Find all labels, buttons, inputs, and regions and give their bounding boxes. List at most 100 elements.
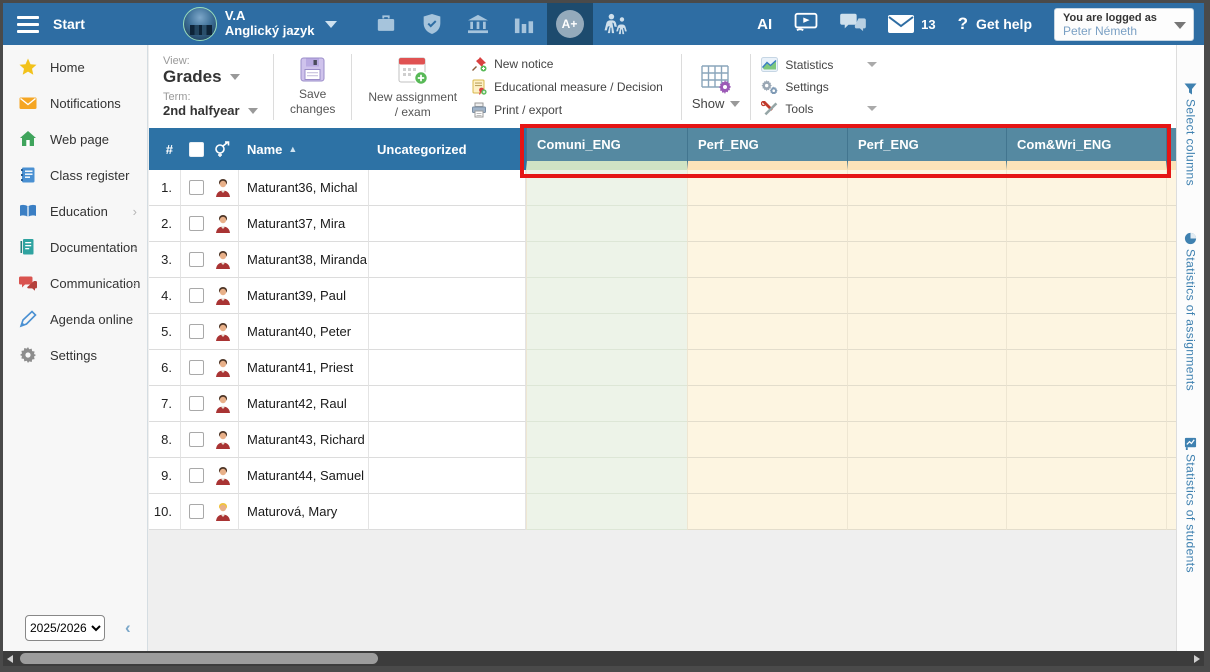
grade-cell[interactable] <box>526 422 687 458</box>
statistics-of-assignments-tab[interactable]: Statistics of assignments <box>1184 232 1198 391</box>
results-chart-icon[interactable] <box>501 3 547 45</box>
column-header-assignment[interactable]: Com&Wri_ENG <box>1006 128 1166 170</box>
grade-cell[interactable] <box>847 278 1006 314</box>
show-button[interactable]: Show <box>692 62 741 111</box>
grade-cell[interactable] <box>687 206 847 242</box>
grade-cell[interactable] <box>687 386 847 422</box>
student-name[interactable]: Maturant41, Priest <box>239 350 369 386</box>
grades-icon[interactable]: A+ <box>547 3 593 45</box>
grade-cell-uncategorized[interactable] <box>369 350 526 386</box>
grade-cell-uncategorized[interactable] <box>369 494 526 530</box>
grade-cell[interactable] <box>526 350 687 386</box>
statistics-menu[interactable]: Statistics <box>761 57 877 72</box>
scrollbar-thumb[interactable] <box>20 653 378 664</box>
grade-cell[interactable] <box>847 350 1006 386</box>
grade-cell[interactable] <box>1006 494 1166 530</box>
grade-cell[interactable] <box>1006 314 1166 350</box>
grade-cell-uncategorized[interactable] <box>369 242 526 278</box>
grade-cell[interactable] <box>526 494 687 530</box>
print-export-button[interactable]: Print / export <box>471 102 663 118</box>
row-checkbox[interactable] <box>189 252 204 267</box>
sidebar-item-documentation[interactable]: Documentation › <box>3 229 147 265</box>
grade-cell[interactable] <box>847 494 1006 530</box>
grade-cell[interactable] <box>526 386 687 422</box>
grade-cell[interactable] <box>687 314 847 350</box>
column-header-assignment[interactable]: Comuni_ENG <box>526 128 687 170</box>
sidebar-item-class-register[interactable]: Class register <box>3 157 147 193</box>
grade-cell[interactable] <box>526 242 687 278</box>
sidebar-item-web-page[interactable]: Web page <box>3 121 147 157</box>
sidebar-item-communication[interactable]: Communication › <box>3 265 147 301</box>
educational-measure-button[interactable]: Educational measure / Decision <box>471 79 663 95</box>
sidebar-item-notifications[interactable]: Notifications <box>3 85 147 121</box>
grade-cell[interactable] <box>847 458 1006 494</box>
column-header-uncategorized[interactable]: Uncategorized <box>369 128 526 170</box>
student-name[interactable]: Maturant37, Mira <box>239 206 369 242</box>
chat-bubbles-icon[interactable] <box>840 11 866 38</box>
sidebar-item-agenda-online[interactable]: Agenda online <box>3 301 147 337</box>
student-name[interactable]: Maturant42, Raul <box>239 386 369 422</box>
shield-check-icon[interactable] <box>409 3 455 45</box>
collapse-sidebar-arrow[interactable]: ‹ <box>125 618 131 638</box>
student-name[interactable]: Maturant43, Richard <box>239 422 369 458</box>
student-name[interactable]: Maturant40, Peter <box>239 314 369 350</box>
grade-cell[interactable] <box>1006 458 1166 494</box>
grade-cell[interactable] <box>1006 350 1166 386</box>
grade-cell[interactable] <box>687 494 847 530</box>
new-assignment-button[interactable]: New assignment/ exam <box>362 54 463 120</box>
grade-cell-uncategorized[interactable] <box>369 170 526 206</box>
student-name[interactable]: Maturant36, Michal <box>239 170 369 206</box>
grade-cell[interactable] <box>526 458 687 494</box>
grade-cell[interactable] <box>687 170 847 206</box>
scroll-right-arrow-icon[interactable] <box>1194 655 1200 663</box>
messages-button[interactable]: 13 <box>888 15 935 33</box>
grade-cell[interactable] <box>847 242 1006 278</box>
grade-cell[interactable] <box>526 314 687 350</box>
row-checkbox[interactable] <box>189 432 204 447</box>
student-name[interactable]: Maturant44, Samuel <box>239 458 369 494</box>
select-all-checkbox[interactable] <box>189 142 204 157</box>
row-checkbox[interactable] <box>189 324 204 339</box>
grade-cell-uncategorized[interactable] <box>369 314 526 350</box>
start-button[interactable]: Start <box>53 16 85 32</box>
grade-cell[interactable] <box>526 206 687 242</box>
grade-cell[interactable] <box>847 170 1006 206</box>
school-year-select[interactable]: 2025/2026 <box>25 615 105 641</box>
grade-cell[interactable] <box>1006 170 1166 206</box>
logged-in-user-menu[interactable]: You are logged as Peter Németh <box>1054 8 1194 41</box>
row-checkbox[interactable] <box>189 216 204 231</box>
scroll-left-arrow-icon[interactable] <box>7 655 13 663</box>
grade-cell[interactable] <box>526 170 687 206</box>
new-notice-button[interactable]: New notice <box>471 56 663 72</box>
view-select[interactable]: Grades <box>163 67 263 87</box>
column-header-name[interactable]: Name ▲ <box>239 128 369 170</box>
grade-cell[interactable] <box>1006 206 1166 242</box>
horizontal-scrollbar[interactable] <box>3 651 1204 666</box>
select-columns-tab[interactable]: Select columns <box>1184 83 1198 186</box>
column-header-assignment[interactable]: Perf_ENG <box>847 128 1006 170</box>
grade-cell[interactable] <box>687 458 847 494</box>
save-changes-button[interactable]: Savechanges <box>284 56 341 117</box>
row-checkbox[interactable] <box>189 360 204 375</box>
class-selector[interactable]: V.A Anglický jazyk <box>183 7 337 41</box>
student-name[interactable]: Maturová, Mary <box>239 494 369 530</box>
sidebar-item-home[interactable]: Home <box>3 49 147 85</box>
row-checkbox[interactable] <box>189 504 204 519</box>
grade-cell[interactable] <box>687 350 847 386</box>
grade-cell-uncategorized[interactable] <box>369 206 526 242</box>
grade-cell[interactable] <box>1006 242 1166 278</box>
term-select[interactable]: 2nd halfyear <box>163 103 263 118</box>
student-name[interactable]: Maturant39, Paul <box>239 278 369 314</box>
grade-cell[interactable] <box>1006 422 1166 458</box>
column-header-assignment[interactable]: Perf_ENG <box>687 128 847 170</box>
grade-cell[interactable] <box>847 314 1006 350</box>
students-parents-icon[interactable] <box>593 3 639 45</box>
statistics-of-students-tab[interactable]: Statistics of students <box>1184 437 1198 573</box>
student-name[interactable]: Maturant38, Miranda <box>239 242 369 278</box>
grade-cell[interactable] <box>687 422 847 458</box>
grade-cell-uncategorized[interactable] <box>369 386 526 422</box>
sidebar-item-education[interactable]: Education › <box>3 193 147 229</box>
grade-cell[interactable] <box>1006 386 1166 422</box>
grade-cell-uncategorized[interactable] <box>369 278 526 314</box>
settings-menu[interactable]: Settings <box>761 79 877 94</box>
